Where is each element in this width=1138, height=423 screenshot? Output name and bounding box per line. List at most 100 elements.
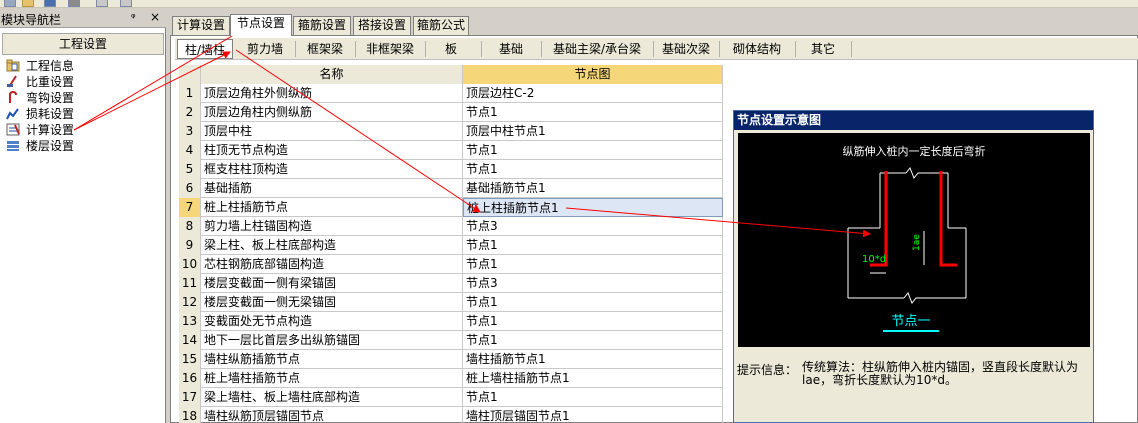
nav-item-label: 工程信息 — [26, 58, 75, 73]
table-row[interactable]: 18 墙柱纵筋顶层锚固节点 墙柱顶层锚固节点1 — [179, 407, 723, 423]
element-type-tabs: 柱/墙柱 剪力墙 框架梁 非框架梁 板 基础 基础主梁/承台梁 基础次梁 砌体结… — [175, 38, 1138, 60]
subtab-foundation-main-beam[interactable]: 基础主梁/承台梁 — [543, 39, 651, 59]
row-number: 6 — [179, 179, 201, 198]
row-node-cell[interactable]: 顶层边柱C-2 — [463, 84, 723, 103]
row-number: 15 — [179, 350, 201, 369]
subtab-column[interactable]: 柱/墙柱 — [177, 39, 233, 59]
row-name-cell: 剪力墙上柱锚固构造 — [201, 217, 463, 236]
table-row[interactable]: 9 梁上柱、板上柱底部构造 节点1 — [179, 236, 723, 255]
table-row[interactable]: 7 桩上柱插筋节点 桩上柱插筋节点1 — [179, 198, 723, 217]
rebar-right — [939, 171, 957, 267]
row-number: 7 — [179, 198, 201, 217]
row-name-cell: 芯柱钢筋底部锚固构造 — [201, 255, 463, 274]
app-window: 模块导航栏 ᵠ × 工程设置 工程信息 比重设置 弯钩设置 损耗设置 计算设置 … — [0, 0, 1138, 423]
table-row[interactable]: 4 柱顶无节点构造 节点1 — [179, 141, 723, 160]
row-node-cell[interactable]: 墙柱顶层锚固节点1 — [463, 407, 723, 423]
row-node-cell[interactable]: 节点1 — [463, 141, 723, 160]
subtab-other[interactable]: 其它 — [797, 39, 849, 59]
dim-bend-label: 10*d — [862, 254, 886, 265]
table-row[interactable]: 5 框支柱柱顶构造 节点1 — [179, 160, 723, 179]
row-node-cell[interactable]: 节点1 — [463, 103, 723, 122]
row-node-cell[interactable]: 墙柱插筋节点1 — [463, 350, 723, 369]
floors-icon — [6, 139, 20, 152]
node-diagram-svg: 纵筋伸入桩内一定长度后弯折 10*d 1ae 节点一 — [843, 144, 986, 332]
table-row[interactable]: 8 剪力墙上柱锚固构造 节点3 — [179, 217, 723, 236]
row-node-cell[interactable]: 节点1 — [463, 388, 723, 407]
node-label: 节点一 — [891, 314, 930, 329]
subtab-shear-wall[interactable]: 剪力墙 — [237, 39, 293, 59]
nav-item-project-info[interactable]: 工程信息 — [6, 57, 74, 73]
row-node-cell[interactable]: 节点1 — [463, 312, 723, 331]
node-column-header[interactable]: 节点图 — [463, 65, 723, 84]
table-row[interactable]: 14 地下一层比首层多出纵筋锚固 节点1 — [179, 331, 723, 350]
row-node-cell[interactable]: 桩上墙柱插筋节点1 — [463, 369, 723, 388]
open-folder-icon[interactable] — [22, 0, 34, 7]
table-row[interactable]: 17 梁上墙柱、板上墙柱底部构造 节点1 — [179, 388, 723, 407]
table-row[interactable]: 13 变截面处无节点构造 节点1 — [179, 312, 723, 331]
module-nav-panel: 模块导航栏 ᵠ × 工程设置 工程信息 比重设置 弯钩设置 损耗设置 计算设置 … — [0, 10, 166, 423]
row-number: 12 — [179, 293, 201, 312]
table-row[interactable]: 11 楼层变截面一侧有梁锚固 节点3 — [179, 274, 723, 293]
row-name-cell: 楼层变截面一侧无梁锚固 — [201, 293, 463, 312]
table-row[interactable]: 6 基础插筋 基础插筋节点1 — [179, 179, 723, 198]
table-row[interactable]: 3 顶层中柱 顶层中柱节点1 — [179, 122, 723, 141]
row-node-cell[interactable]: 节点1 — [463, 255, 723, 274]
subtab-non-frame-beam[interactable]: 非框架梁 — [357, 39, 423, 59]
row-number: 16 — [179, 369, 201, 388]
save-icon[interactable] — [44, 0, 56, 7]
row-name-cell: 墙柱纵筋顶层锚固节点 — [201, 407, 463, 423]
row-node-cell[interactable]: 节点1 — [463, 160, 723, 179]
nav-titlebar: 模块导航栏 ᵠ × — [0, 10, 166, 28]
tab-lap-settings[interactable]: 搭接设置 — [353, 16, 411, 35]
row-number: 8 — [179, 217, 201, 236]
tab-node-settings[interactable]: 节点设置 — [230, 14, 292, 36]
preview-title: 节点设置示意图 — [734, 111, 1093, 130]
row-node-cell[interactable]: 基础插筋节点1 — [463, 179, 723, 198]
subtab-slab[interactable]: 板 — [427, 39, 475, 59]
table-row[interactable]: 1 顶层边角柱外侧纵筋 顶层边柱C-2 — [179, 84, 723, 103]
row-node-cell[interactable]: 节点3 — [463, 217, 723, 236]
table-row[interactable]: 10 芯柱钢筋底部锚固构造 节点1 — [179, 255, 723, 274]
loss-chart-icon — [6, 107, 20, 120]
new-file-icon[interactable] — [4, 0, 16, 7]
node-diagram: 纵筋伸入桩内一定长度后弯折 10*d 1ae 节点一 — [738, 133, 1090, 347]
hook-icon — [6, 90, 20, 104]
nav-item-weight[interactable]: 比重设置 — [6, 73, 74, 89]
print-icon[interactable] — [68, 0, 80, 7]
nav-item-floors[interactable]: 楼层设置 — [6, 137, 74, 153]
table-row[interactable]: 12 楼层变截面一侧无梁锚固 节点1 — [179, 293, 723, 312]
subtab-frame-beam[interactable]: 框架梁 — [297, 39, 353, 59]
dim-anchor-label: 1ae — [912, 234, 922, 251]
nav-header-button[interactable]: 工程设置 — [2, 33, 164, 55]
row-node-cell[interactable]: 节点1 — [463, 331, 723, 350]
tab-stirrup-settings[interactable]: 箍筋设置 — [293, 16, 351, 35]
pin-icon[interactable]: ᵠ — [131, 11, 136, 24]
nav-item-calc[interactable]: 计算设置 — [6, 121, 74, 137]
nav-item-loss[interactable]: 损耗设置 — [6, 105, 74, 121]
row-name-cell: 顶层中柱 — [201, 122, 463, 141]
subtab-foundation[interactable]: 基础 — [483, 39, 539, 59]
calc-settings-icon — [6, 123, 20, 136]
table-row[interactable]: 2 顶层边角柱内侧纵筋 节点1 — [179, 103, 723, 122]
nav-item-hook[interactable]: 弯钩设置 — [6, 89, 74, 105]
row-name-cell: 顶层边角柱外侧纵筋 — [201, 84, 463, 103]
row-number: 2 — [179, 103, 201, 122]
name-column-header[interactable]: 名称 — [201, 65, 463, 84]
table-row[interactable]: 16 桩上墙柱插筋节点 桩上墙柱插筋节点1 — [179, 369, 723, 388]
row-node-cell[interactable]: 顶层中柱节点1 — [463, 122, 723, 141]
undo-icon[interactable] — [96, 0, 108, 7]
rebar-left — [870, 171, 888, 267]
tab-stirrup-formula[interactable]: 箍筋公式 — [413, 16, 469, 35]
row-node-cell[interactable]: 节点3 — [463, 274, 723, 293]
row-node-cell[interactable]: 桩上柱插筋节点1 — [463, 198, 723, 217]
row-node-cell[interactable]: 节点1 — [463, 236, 723, 255]
subtab-masonry[interactable]: 砌体结构 — [721, 39, 793, 59]
row-number: 13 — [179, 312, 201, 331]
tab-calc-settings[interactable]: 计算设置 — [172, 16, 230, 35]
subtab-foundation-sub-beam[interactable]: 基础次梁 — [655, 39, 717, 59]
table-row[interactable]: 15 墙柱纵筋插筋节点 墙柱插筋节点1 — [179, 350, 723, 369]
row-node-cell[interactable]: 节点1 — [463, 293, 723, 312]
row-number: 14 — [179, 331, 201, 350]
close-icon[interactable]: × — [150, 10, 160, 24]
redo-icon[interactable] — [120, 0, 132, 7]
